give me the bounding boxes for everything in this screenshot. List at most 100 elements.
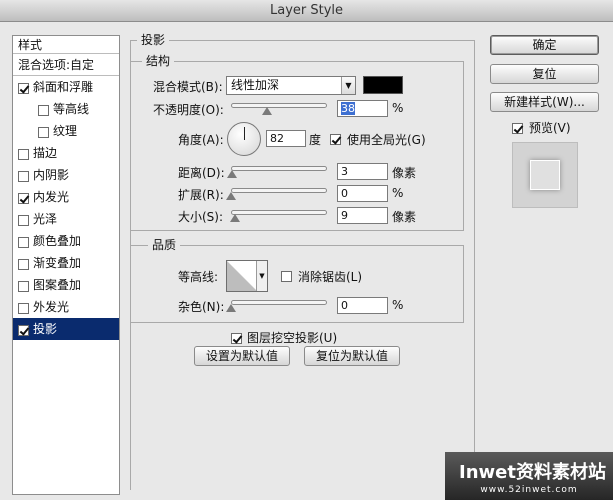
- style-item-label: 光泽: [33, 212, 58, 226]
- blend-mode-value: 线性加深: [231, 78, 280, 92]
- style-item-label: 投影: [33, 322, 58, 336]
- noise-slider-thumb[interactable]: [226, 304, 236, 312]
- style-item-label: 渐变叠加: [33, 256, 82, 270]
- style-item[interactable]: 外发光: [13, 296, 119, 318]
- opacity-percent: %: [392, 101, 404, 115]
- opacity-field[interactable]: 38: [337, 100, 388, 117]
- knockout-label: 图层挖空投影(U): [247, 331, 338, 345]
- watermark-brand: Inwet资料素材站: [459, 462, 606, 483]
- blend-mode-label: 混合模式(B):: [153, 80, 223, 94]
- contour-label: 等高线:: [178, 270, 219, 284]
- blend-options-item[interactable]: 混合选项:自定: [13, 54, 119, 76]
- spread-field[interactable]: 0: [337, 185, 388, 202]
- new-style-button[interactable]: 新建样式(W)...: [490, 92, 599, 112]
- global-light-checkbox[interactable]: [330, 132, 345, 145]
- preview-swatch: [530, 160, 560, 190]
- style-list: 样式 混合选项:自定 斜面和浮雕等高线纹理描边内阴影内发光光泽颜色叠加渐变叠加图…: [12, 35, 120, 495]
- noise-slider-track[interactable]: [231, 300, 327, 305]
- style-item-label: 图案叠加: [33, 278, 82, 292]
- style-item[interactable]: 斜面和浮雕: [13, 76, 119, 98]
- style-item-label: 内阴影: [33, 168, 70, 182]
- style-preview-thumbnail: [512, 142, 578, 208]
- angle-field[interactable]: 82: [266, 130, 306, 147]
- style-item-checkbox[interactable]: [18, 280, 29, 292]
- opacity-slider-thumb[interactable]: [262, 107, 273, 115]
- preview-label: 预览(V): [529, 121, 571, 135]
- style-item-checkbox[interactable]: [18, 192, 29, 204]
- knockout-checkbox[interactable]: [231, 331, 246, 344]
- style-item[interactable]: 渐变叠加: [13, 252, 119, 274]
- style-item-label: 斜面和浮雕: [33, 80, 94, 94]
- style-item-checkbox[interactable]: [18, 214, 29, 226]
- spread-slider-thumb[interactable]: [226, 192, 236, 200]
- style-item-checkbox[interactable]: [38, 126, 49, 138]
- ok-button[interactable]: 确定: [490, 35, 599, 55]
- spread-slider-track[interactable]: [231, 188, 327, 193]
- noise-label: 杂色(N):: [178, 300, 225, 314]
- size-label: 大小(S):: [178, 210, 224, 224]
- style-item-checkbox[interactable]: [18, 302, 29, 314]
- style-item[interactable]: 内发光: [13, 186, 119, 208]
- distance-slider-track[interactable]: [231, 166, 327, 171]
- noise-field[interactable]: 0: [337, 297, 388, 314]
- chevron-down-icon: ▼: [256, 261, 267, 291]
- shadow-color-swatch[interactable]: [363, 76, 403, 94]
- style-item[interactable]: 等高线: [13, 98, 119, 120]
- contour-picker[interactable]: ▼: [226, 260, 268, 292]
- watermark-url: www.52inwet.com: [480, 485, 578, 495]
- spread-percent: %: [392, 186, 404, 200]
- style-item-label: 描边: [33, 146, 58, 160]
- angle-needle: [244, 127, 245, 140]
- style-item-checkbox[interactable]: [18, 82, 29, 94]
- distance-field[interactable]: 3: [337, 163, 388, 180]
- angle-label: 角度(A):: [178, 133, 224, 147]
- chevron-down-icon: ▼: [341, 77, 355, 94]
- style-item-label: 外发光: [33, 300, 70, 314]
- noise-percent: %: [392, 298, 404, 312]
- style-item-checkbox[interactable]: [18, 258, 29, 270]
- opacity-label: 不透明度(O):: [153, 103, 224, 117]
- contour-thumbnail: [227, 261, 257, 291]
- opacity-slider-track[interactable]: [231, 103, 327, 108]
- size-field[interactable]: 9: [337, 207, 388, 224]
- style-item[interactable]: 光泽: [13, 208, 119, 230]
- style-item[interactable]: 投影: [13, 318, 119, 340]
- style-item-label: 等高线: [53, 102, 90, 116]
- style-item-checkbox[interactable]: [38, 104, 49, 116]
- style-item[interactable]: 内阴影: [13, 164, 119, 186]
- global-light-label: 使用全局光(G): [347, 133, 426, 147]
- style-item-checkbox[interactable]: [18, 236, 29, 248]
- distance-label: 距离(D):: [178, 166, 225, 180]
- reset-default-button[interactable]: 复位为默认值: [304, 346, 400, 366]
- spread-label: 扩展(R):: [178, 188, 224, 202]
- preview-checkbox[interactable]: [512, 121, 527, 134]
- angle-unit: 度: [309, 133, 322, 147]
- angle-dial[interactable]: [227, 122, 261, 156]
- style-item-label: 内发光: [33, 190, 70, 204]
- style-item-label: 纹理: [53, 124, 78, 138]
- blend-mode-select[interactable]: 线性加深 ▼: [226, 76, 356, 95]
- layer-style-dialog: Layer Style 样式 混合选项:自定 斜面和浮雕等高线纹理描边内阴影内发…: [0, 0, 613, 500]
- distance-unit: 像素: [392, 166, 417, 180]
- style-item[interactable]: 描边: [13, 142, 119, 164]
- anti-alias-label: 消除锯齿(L): [298, 270, 363, 284]
- style-item-checkbox[interactable]: [18, 148, 29, 160]
- make-default-button[interactable]: 设置为默认值: [194, 346, 290, 366]
- size-slider-track[interactable]: [231, 210, 327, 215]
- quality-title: 品质: [148, 236, 181, 253]
- style-item[interactable]: 颜色叠加: [13, 230, 119, 252]
- size-slider-thumb[interactable]: [229, 214, 240, 222]
- watermark-logo: Inwet资料素材站 www.52inwet.com: [445, 452, 613, 500]
- size-unit: 像素: [392, 210, 417, 224]
- anti-alias-checkbox[interactable]: [281, 269, 296, 282]
- style-item-checkbox[interactable]: [18, 170, 29, 182]
- window-title: Layer Style: [0, 0, 613, 22]
- style-item[interactable]: 纹理: [13, 120, 119, 142]
- style-item[interactable]: 图案叠加: [13, 274, 119, 296]
- distance-slider-thumb[interactable]: [226, 170, 237, 178]
- style-list-header[interactable]: 样式: [13, 36, 119, 54]
- structure-title: 结构: [142, 52, 175, 69]
- style-item-checkbox[interactable]: [18, 324, 29, 336]
- reset-button[interactable]: 复位: [490, 64, 599, 84]
- drop-shadow-title: 投影: [137, 31, 170, 48]
